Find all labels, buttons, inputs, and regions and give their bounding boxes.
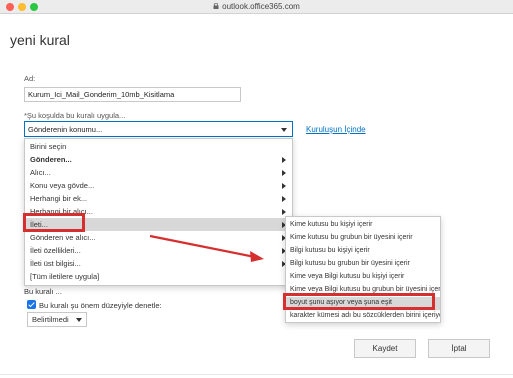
submenu-item[interactable]: Bilgi kutusu bu kişiyi içerir	[286, 245, 440, 258]
rule-name-input[interactable]: Kurum_Ici_Mail_Gonderim_10mb_Kisitlama	[24, 87, 241, 102]
importance-checkbox-label: Bu kuralı şu önem düzeyiyle denetle:	[39, 301, 162, 310]
menu-item-label: [Tüm iletilere uygula]	[30, 272, 100, 281]
browser-titlebar: outlook.office365.com	[0, 0, 513, 14]
chevron-down-icon	[76, 318, 82, 322]
chevron-right-icon	[282, 170, 286, 176]
menu-item-label: İleti özellikleri...	[30, 246, 81, 255]
menu-item-label: İleti üst bilgisi...	[30, 259, 81, 268]
menu-item-apply-all[interactable]: [Tüm iletilere uygula]	[25, 270, 292, 283]
dialog-title: yeni kural	[10, 32, 70, 48]
bottom-divider	[0, 374, 513, 375]
submenu-item[interactable]: Kime kutusu bu grubun bir üyesini içerir	[286, 232, 440, 245]
menu-item-choose[interactable]: Birini seçin	[25, 140, 292, 153]
menu-item-sender-recipient[interactable]: Gönderen ve alıcı...	[25, 231, 292, 244]
chevron-right-icon	[282, 196, 286, 202]
menu-item-label: Gönderen...	[30, 155, 72, 164]
menu-item-label: Alıcı...	[30, 168, 51, 177]
submenu-item[interactable]: Kime veya Bilgi kutusu bu kişiyi içerir	[286, 271, 440, 284]
condition-label: *Şu koşulda bu kuralı uygula...	[24, 111, 126, 120]
highlight-box-message	[23, 213, 85, 232]
cancel-button[interactable]: İptal	[428, 339, 490, 358]
chevron-right-icon	[282, 157, 286, 163]
condition-select[interactable]: Gönderenin konumu...	[24, 121, 293, 137]
menu-item-message-header[interactable]: İleti üst bilgisi...	[25, 257, 292, 270]
submenu-item[interactable]: karakter kümesi adı bu sözcüklerden biri…	[286, 310, 440, 323]
organization-link[interactable]: Kuruluşun İçinde	[306, 125, 366, 134]
url-text: outlook.office365.com	[222, 2, 300, 11]
address-bar[interactable]: outlook.office365.com	[0, 1, 513, 13]
importance-select[interactable]: Belirtilmedi	[27, 312, 87, 327]
highlight-box-size	[283, 293, 435, 310]
menu-item-label: Konu veya gövde...	[30, 181, 95, 190]
condition-selected-value: Gönderenin konumu...	[28, 125, 103, 134]
submenu-item[interactable]: Bilgi kutusu bu grubun bir üyesini içeri…	[286, 258, 440, 271]
menu-item-label: Herhangi bir ek...	[30, 194, 88, 203]
menu-item-subject-body[interactable]: Konu veya gövde...	[25, 179, 292, 192]
menu-item-any-attachment[interactable]: Herhangi bir ek...	[25, 192, 292, 205]
chevron-right-icon	[282, 209, 286, 215]
menu-item-label: Birini seçin	[30, 142, 67, 151]
partial-label: Bu kuralı ...	[24, 287, 62, 296]
menu-item-sender[interactable]: Gönderen...	[25, 153, 292, 166]
name-label: Ad:	[24, 74, 36, 83]
menu-item-recipient[interactable]: Alıcı...	[25, 166, 292, 179]
submenu-item[interactable]: Kime kutusu bu kişiyi içerir	[286, 219, 440, 232]
lock-icon	[213, 2, 219, 9]
save-button[interactable]: Kaydet	[354, 339, 416, 358]
importance-selected-value: Belirtilmedi	[32, 315, 69, 324]
menu-item-message-properties[interactable]: İleti özellikleri...	[25, 244, 292, 257]
chevron-right-icon	[282, 183, 286, 189]
chevron-down-icon	[281, 128, 287, 132]
menu-item-label: Gönderen ve alıcı...	[30, 233, 96, 242]
importance-checkbox[interactable]	[27, 300, 36, 309]
condition-dropdown-menu: Birini seçin Gönderen... Alıcı... Konu v…	[24, 138, 293, 286]
